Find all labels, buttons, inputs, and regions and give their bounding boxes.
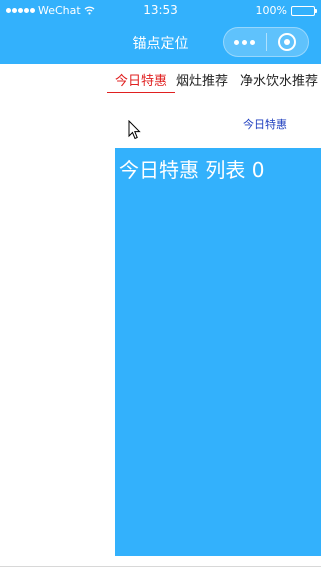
tab-today-deals[interactable]: 今日特惠 bbox=[107, 73, 175, 93]
list-panel: 今日特惠 列表 0 bbox=[115, 148, 321, 556]
tab-range-hood[interactable]: 烟灶推荐 bbox=[176, 73, 228, 93]
category-tab-bar[interactable]: 今日特惠 烟灶推荐 净水饮水推荐 bbox=[105, 64, 321, 98]
mini-program-capsule bbox=[223, 27, 309, 57]
tab-water-purifier[interactable]: 净水饮水推荐 bbox=[240, 73, 318, 93]
more-dots-icon[interactable] bbox=[224, 28, 266, 56]
status-right: 100% bbox=[255, 4, 317, 17]
mouse-cursor-icon bbox=[128, 120, 141, 140]
battery-icon bbox=[291, 5, 317, 16]
panel-title: 今日特惠 列表 0 bbox=[119, 158, 265, 182]
close-circle-icon[interactable] bbox=[266, 28, 308, 56]
battery-percent: 100% bbox=[255, 4, 287, 17]
anchor-link[interactable]: 今日特惠 bbox=[243, 116, 287, 132]
nav-bar: 锚点定位 bbox=[0, 20, 321, 64]
bottom-divider bbox=[0, 566, 321, 567]
status-bar: WeChat 13:53 100% bbox=[0, 0, 321, 20]
